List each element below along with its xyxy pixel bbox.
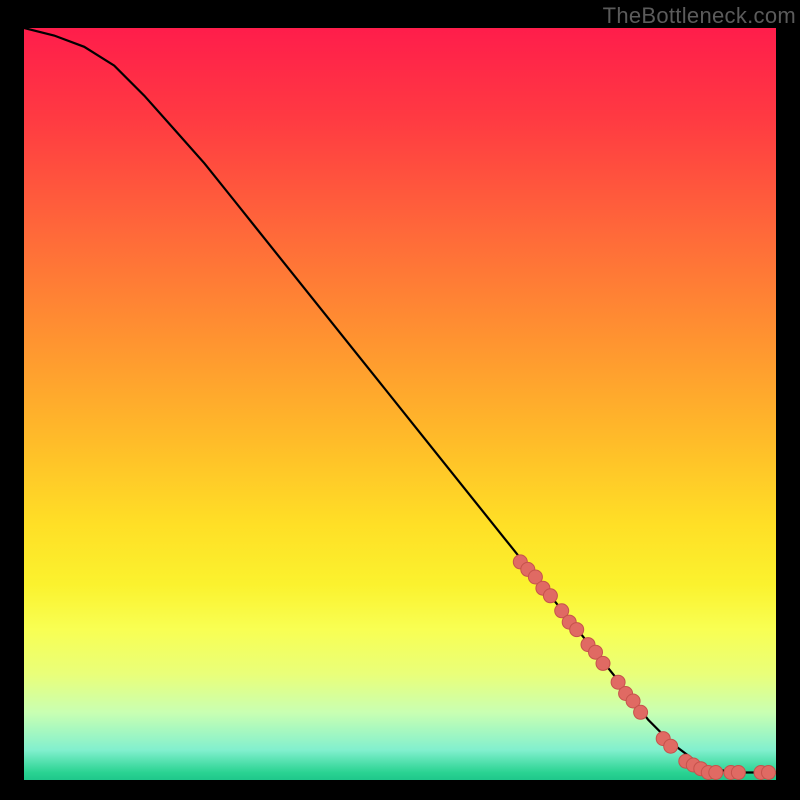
curve-line — [24, 28, 776, 773]
data-point — [731, 766, 745, 780]
data-point — [634, 705, 648, 719]
watermark-text: TheBottleneck.com — [603, 3, 796, 29]
data-point — [762, 766, 776, 780]
chart-frame — [24, 28, 776, 780]
chart-svg — [24, 28, 776, 780]
data-point — [596, 656, 610, 670]
data-point — [664, 739, 678, 753]
data-point — [543, 589, 557, 603]
data-point — [709, 766, 723, 780]
data-point — [570, 623, 584, 637]
data-points — [513, 555, 775, 780]
